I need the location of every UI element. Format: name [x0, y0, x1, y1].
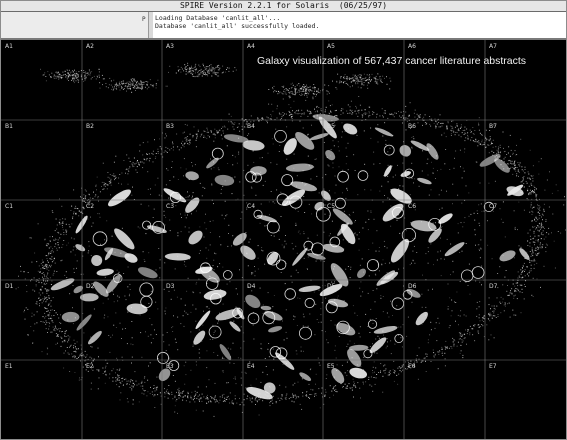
grid-cell-label: C1 — [5, 203, 14, 210]
grid-cell-label: E3 — [166, 363, 174, 370]
spire-window: SPIRE Version 2.2.1 for Solaris (06/25/9… — [0, 0, 567, 440]
grid-cell-label: E4 — [247, 363, 255, 370]
console-panel: P Loading Database 'canlit_all'... Datab… — [1, 12, 566, 40]
grid-cell-label: C2 — [86, 203, 95, 210]
grid-cell-label: D7 — [489, 283, 498, 290]
grid-cell-label: A1 — [5, 43, 13, 50]
console-line: Loading Database 'canlit_all'... — [155, 14, 281, 22]
grid-cell-label: B7 — [489, 123, 497, 130]
grid-cell-label: B3 — [166, 123, 174, 130]
grid-cell-label: B6 — [408, 123, 416, 130]
grid-cell-label: A6 — [408, 43, 416, 50]
grid-cell-label: B5 — [327, 123, 335, 130]
grid-cell-label: D3 — [166, 283, 175, 290]
grid-cell-label: A4 — [247, 43, 255, 50]
visualization-title: Galaxy visualization of 567,437 cancer l… — [257, 55, 527, 67]
grid-cell-label: C3 — [166, 203, 175, 210]
grid-cell-label: A3 — [166, 43, 174, 50]
galaxy-canvas[interactable] — [1, 40, 566, 439]
grid-cell-label: E2 — [86, 363, 94, 370]
title-bar[interactable]: SPIRE Version 2.2.1 for Solaris (06/25/9… — [1, 1, 566, 12]
grid-cell-label: A5 — [327, 43, 335, 50]
galaxy-visualization[interactable]: A1 A2 A3 A4 A5 A6 A7 B1 B2 B3 B4 B5 B6 B7 C1 C2 C3 C4 C5 C6… — [1, 40, 566, 439]
console-scrollbar[interactable] — [149, 12, 153, 38]
grid-cell-label: B2 — [86, 123, 94, 130]
window-title: SPIRE Version 2.2.1 for Solaris (06/25/9… — [179, 1, 388, 10]
grid-cell-label: C7 — [489, 203, 498, 210]
grid-cell-label: A2 — [86, 43, 94, 50]
grid-cell-label: C5 — [327, 203, 336, 210]
grid-cell-label: D6 — [408, 283, 417, 290]
grid-cell-label: D1 — [5, 283, 14, 290]
console-line: Database 'canlit_all' successfully loade… — [155, 22, 320, 30]
grid-cell-label: C6 — [408, 203, 417, 210]
grid-cell-label: E5 — [327, 363, 335, 370]
console-gutter — [1, 12, 149, 38]
grid-cell-label: D4 — [247, 283, 256, 290]
grid-cell-label: E7 — [489, 363, 497, 370]
grid-cell-label: B1 — [5, 123, 13, 130]
grid-cell-label: E1 — [5, 363, 13, 370]
console-output[interactable]: Loading Database 'canlit_all'... Databas… — [155, 14, 319, 30]
grid-cell-label: D2 — [86, 283, 95, 290]
console-prompt: P — [142, 16, 146, 23]
grid-cell-label: D5 — [327, 283, 336, 290]
cluster-blobs — [50, 114, 530, 400]
grid-cell-label: E6 — [408, 363, 416, 370]
grid-cell-label: A7 — [489, 43, 497, 50]
grid-cell-label: B4 — [247, 123, 255, 130]
grid-cell-label: C4 — [247, 203, 256, 210]
